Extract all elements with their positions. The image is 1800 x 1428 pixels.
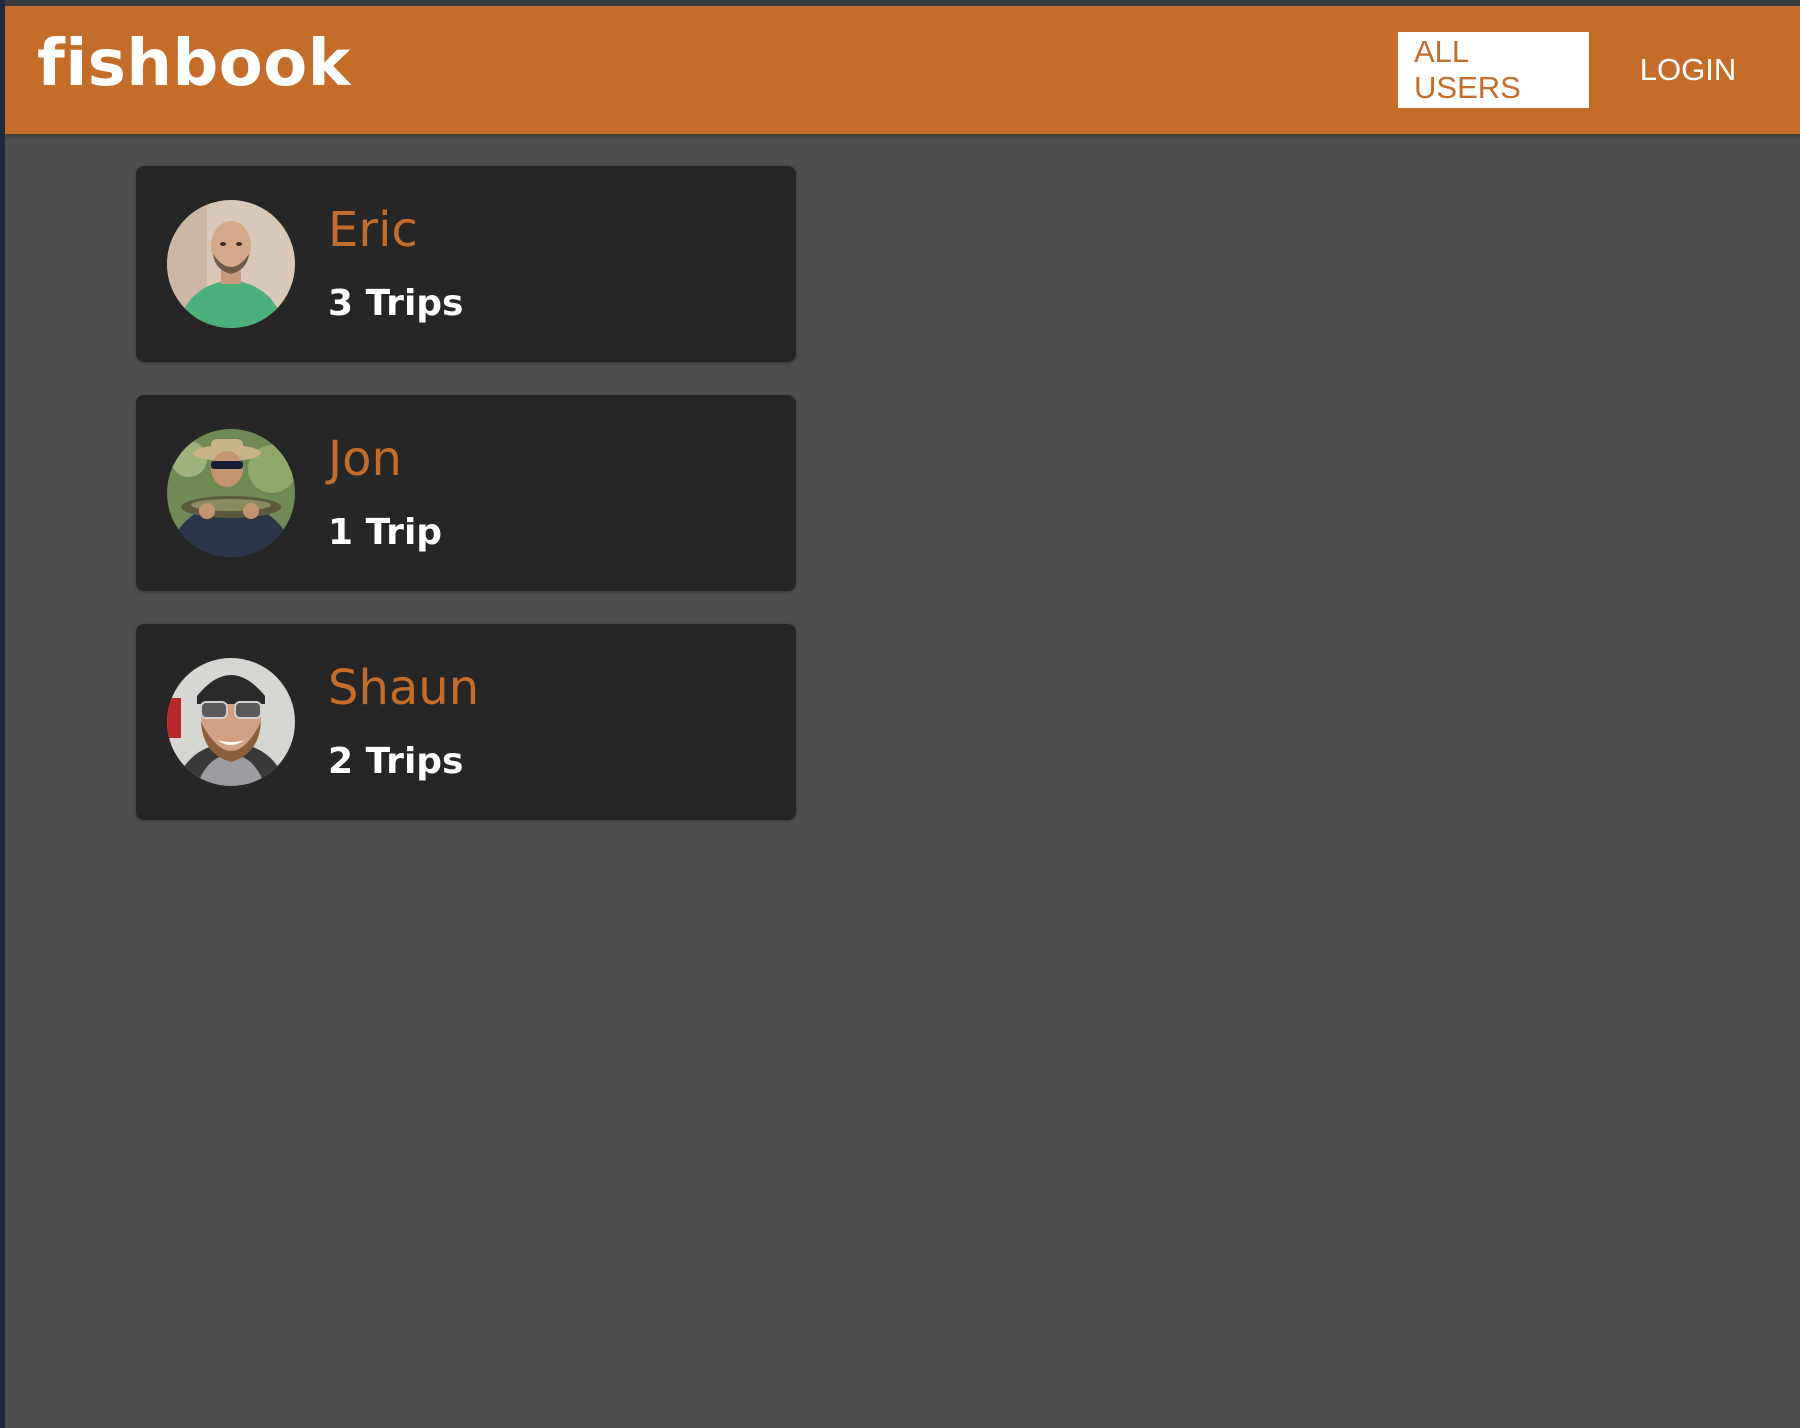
user-name[interactable]: Shaun [328, 662, 479, 715]
user-photo-icon [167, 429, 295, 557]
user-photo-icon [167, 200, 295, 328]
avatar[interactable] [167, 658, 295, 786]
trip-count: 1 Trip [328, 512, 443, 553]
trip-count: 2 Trips [328, 741, 464, 782]
navbar: fishbook ALL USERS LOGIN [5, 6, 1800, 134]
trip-count: 3 Trips [328, 283, 464, 324]
user-card-eric[interactable]: Eric 3 Trips [136, 166, 796, 362]
app-root: fishbook ALL USERS LOGIN Eric 3 Trips Jo… [5, 6, 1800, 1428]
login-button[interactable]: LOGIN [1623, 32, 1753, 108]
user-card-shaun[interactable]: Shaun 2 Trips [136, 624, 796, 820]
user-photo-icon [167, 658, 295, 786]
avatar[interactable] [167, 429, 295, 557]
user-card-jon[interactable]: Jon 1 Trip [136, 395, 796, 591]
avatar[interactable] [167, 200, 295, 328]
all-users-button[interactable]: ALL USERS [1398, 32, 1589, 108]
user-name[interactable]: Jon [328, 433, 402, 486]
user-name[interactable]: Eric [328, 204, 418, 257]
brand-logo[interactable]: fishbook [37, 32, 351, 96]
